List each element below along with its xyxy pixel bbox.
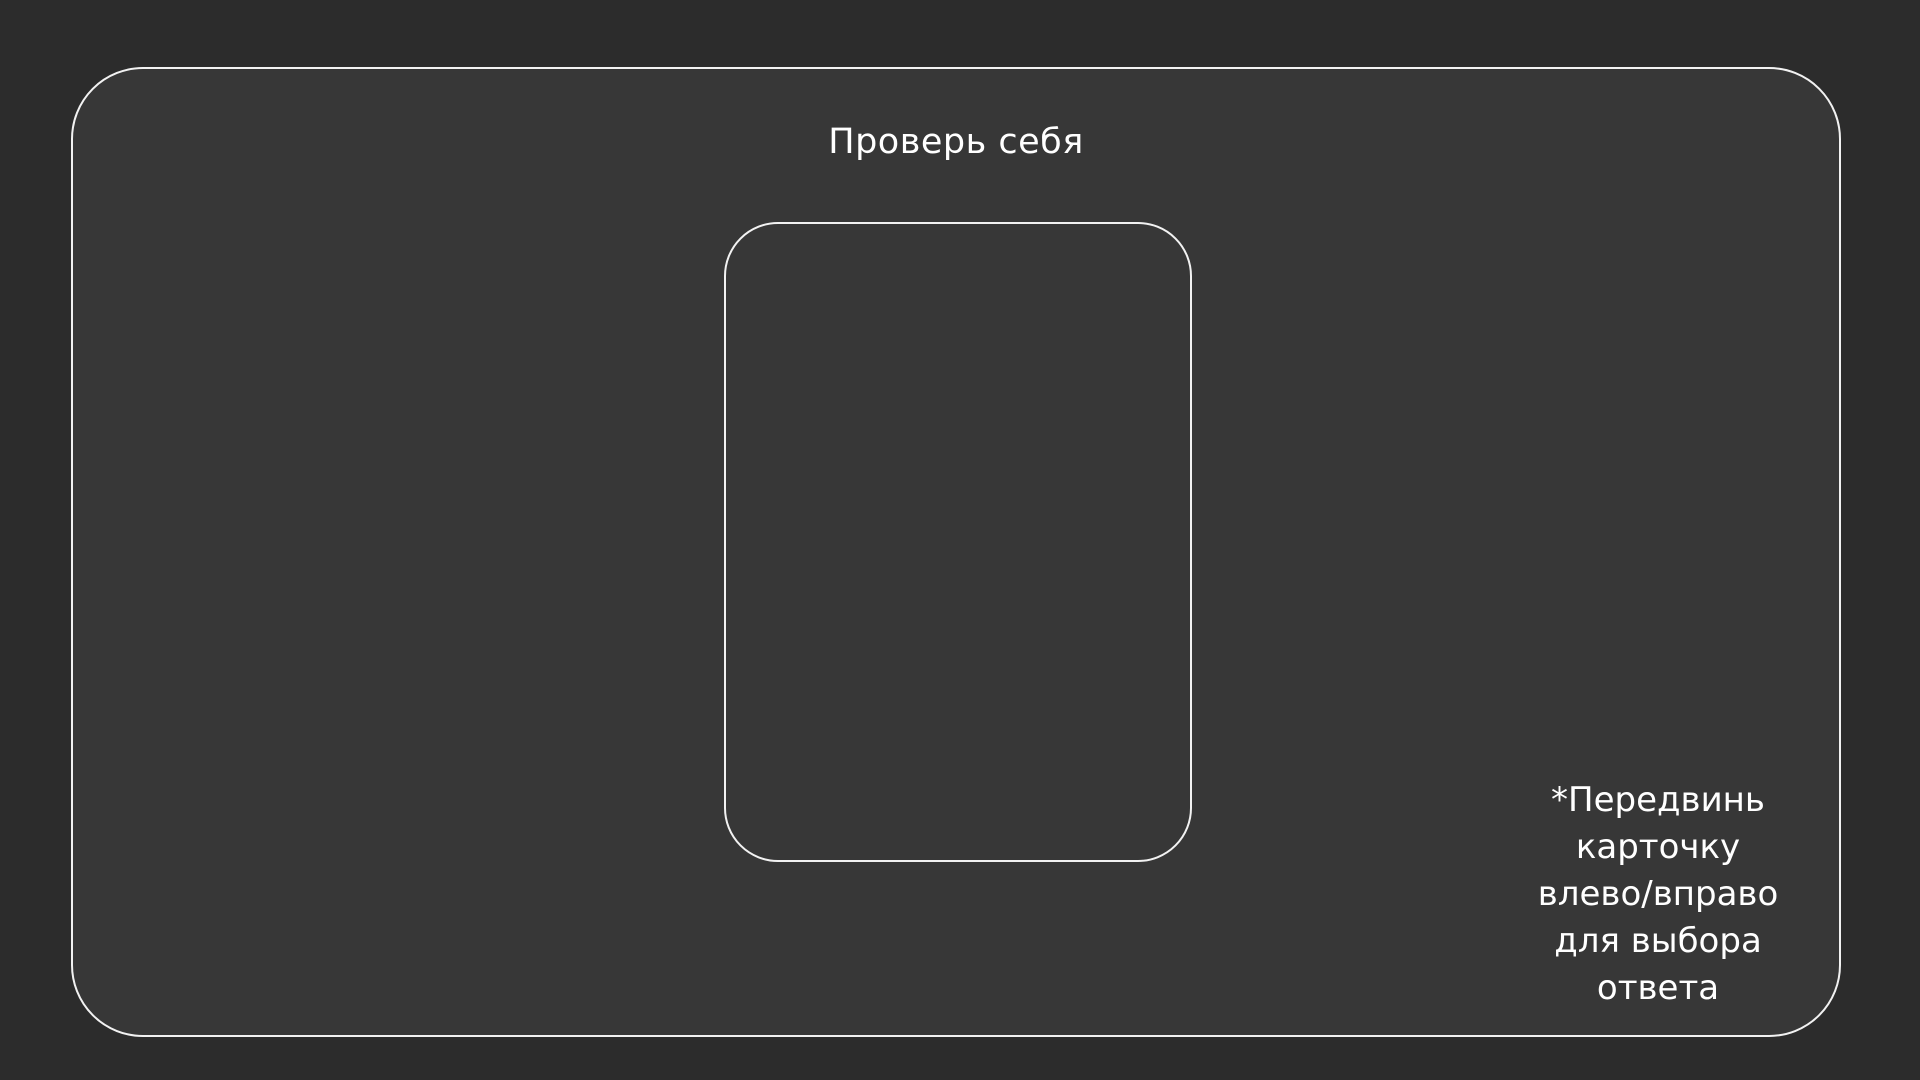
quiz-panel: Проверь себя *Передвинь карточку влево/в… [71, 67, 1841, 1037]
quiz-title: Проверь себя [828, 122, 1084, 162]
swipe-card[interactable] [724, 222, 1192, 862]
swipe-hint: *Передвинь карточку влево/вправо для выб… [1537, 780, 1779, 1008]
